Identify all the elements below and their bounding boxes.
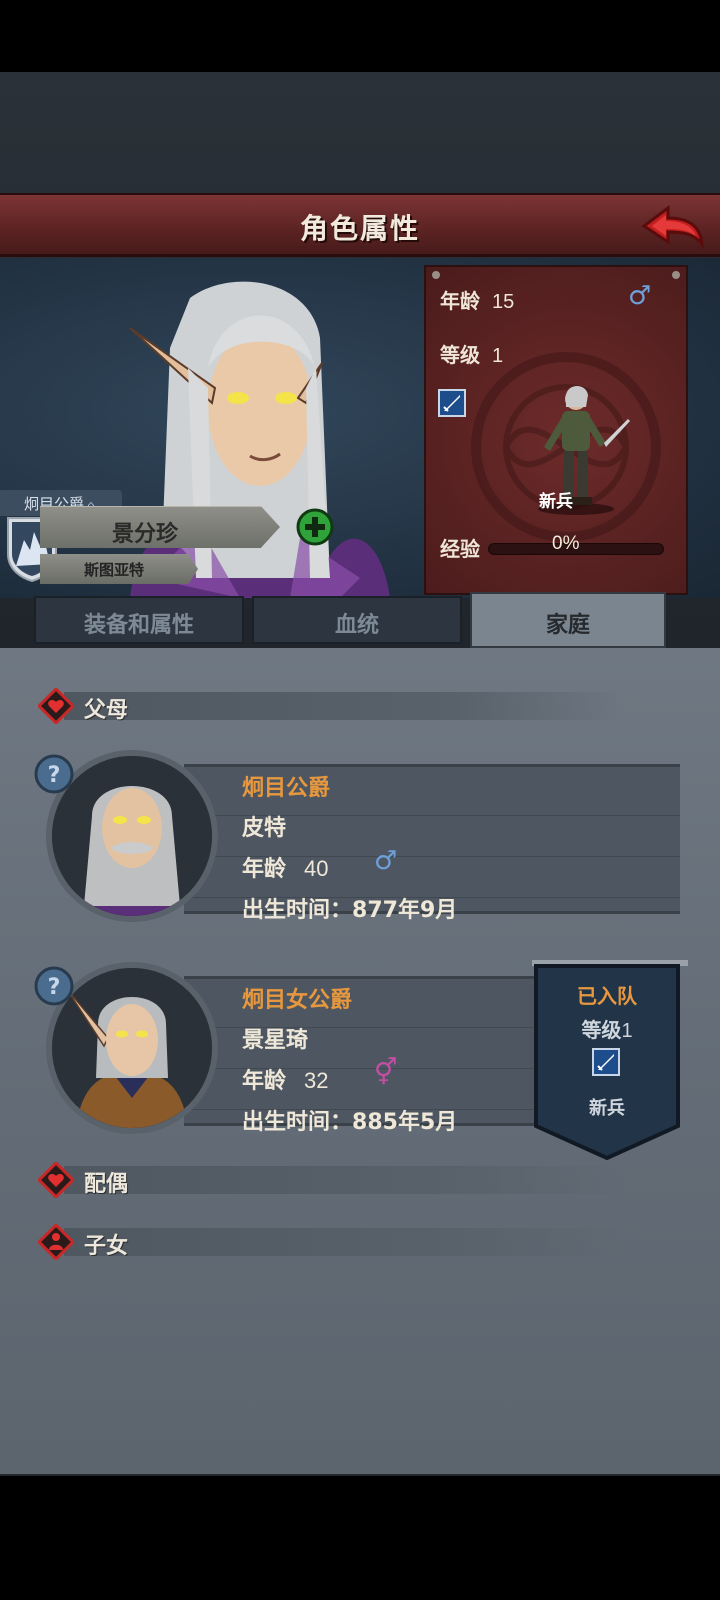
heart-icon	[38, 688, 74, 724]
male-gender-icon: ♂	[628, 281, 652, 311]
exp-row: 经验	[440, 533, 480, 562]
children-label: 子女	[84, 1234, 129, 1259]
parents-section-header: 父母	[34, 686, 674, 726]
sword-class-icon	[438, 389, 466, 417]
stats-card: 年龄 15 ♂ 等级 1 新兵 经验 0%	[424, 265, 688, 595]
member-age: 40	[304, 856, 329, 881]
child-icon	[38, 1224, 74, 1260]
level-label: 等级	[440, 343, 480, 367]
member-birth-label: 出生时间：	[242, 898, 353, 923]
children-section-header: 子女	[34, 1222, 674, 1262]
title-bar: 角色属性	[0, 193, 720, 257]
parents-label: 父母	[84, 698, 129, 723]
member-birth: 出生时间：877年9月	[242, 892, 457, 924]
female-gender-icon: ⚥	[374, 1058, 398, 1088]
tab-bloodline[interactable]: 血统	[252, 596, 462, 644]
joined-level-label: 等级	[581, 1018, 622, 1042]
svg-text:?: ?	[48, 763, 61, 788]
male-gender-icon: ♂	[374, 846, 398, 876]
unit-class-label: 新兵	[539, 492, 573, 512]
member-age-label: 年龄	[242, 857, 287, 882]
family-member-card[interactable]: ? 炯目公爵 皮特 年龄 40 ♂ 出生时间：877年9月	[34, 750, 680, 924]
joined-status-banner[interactable]: 已入队 等级1 新兵	[532, 960, 688, 1160]
member-title: 炯目公爵	[242, 776, 331, 801]
header-bar	[64, 1228, 624, 1256]
member-title: 炯目女公爵	[242, 988, 353, 1013]
realm-plate: 斯图亚特	[40, 554, 198, 584]
heart-icon	[38, 1162, 74, 1198]
screen-title: 角色属性	[299, 212, 420, 245]
tab-bar: 装备和属性 血统 家庭	[30, 592, 690, 648]
level-row: 等级 1	[440, 339, 503, 368]
age-row: 年龄 15	[440, 285, 514, 314]
member-age-row: 年龄 40	[242, 851, 329, 883]
member-birth-label: 出生时间：	[242, 1110, 353, 1135]
member-birth-date: 885年5月	[352, 1110, 458, 1135]
help-icon[interactable]: ?	[34, 966, 74, 1006]
age-label: 年龄	[440, 289, 480, 313]
hero-portrait	[129, 281, 390, 598]
rivet	[432, 271, 440, 279]
member-name: 皮特	[242, 816, 287, 841]
age-value: 15	[492, 291, 515, 313]
member-age-row: 年龄 32	[242, 1063, 329, 1095]
member-age-label: 年龄	[242, 1069, 287, 1094]
exp-value: 0%	[552, 533, 580, 554]
member-name: 景星琦	[242, 1028, 309, 1053]
tab-family[interactable]: 家庭	[470, 592, 666, 648]
level-value: 1	[492, 345, 504, 367]
spouse-label: 配偶	[84, 1172, 129, 1197]
spouse-section-header: 配偶	[34, 1160, 674, 1200]
member-age: 32	[304, 1068, 329, 1093]
add-button[interactable]	[296, 508, 334, 546]
member-birth-date: 877年9月	[352, 898, 458, 923]
exp-label: 经验	[440, 537, 480, 561]
svg-text:?: ?	[48, 975, 61, 1000]
top-letterbox	[0, 0, 720, 72]
hero-realm: 斯图亚特	[83, 561, 144, 579]
help-icon[interactable]: ?	[34, 754, 74, 794]
header-bar	[64, 1166, 624, 1194]
joined-level: 等级1	[532, 1014, 682, 1043]
tab-equipment[interactable]: 装备和属性	[34, 596, 244, 644]
hero-name: 景分珍	[111, 522, 178, 547]
header-bar	[64, 692, 624, 720]
bottom-letterbox	[0, 1476, 720, 1600]
back-arrow-icon[interactable]	[640, 202, 706, 250]
hero-name-plate: 景分珍	[40, 506, 280, 548]
rivet	[672, 271, 680, 279]
joined-level-value: 1	[621, 1020, 633, 1042]
joined-label: 已入队	[577, 984, 637, 1008]
sword-class-icon	[592, 1048, 620, 1076]
joined-unit-class: 新兵	[589, 1098, 625, 1119]
member-birth: 出生时间：885年5月	[242, 1104, 457, 1136]
